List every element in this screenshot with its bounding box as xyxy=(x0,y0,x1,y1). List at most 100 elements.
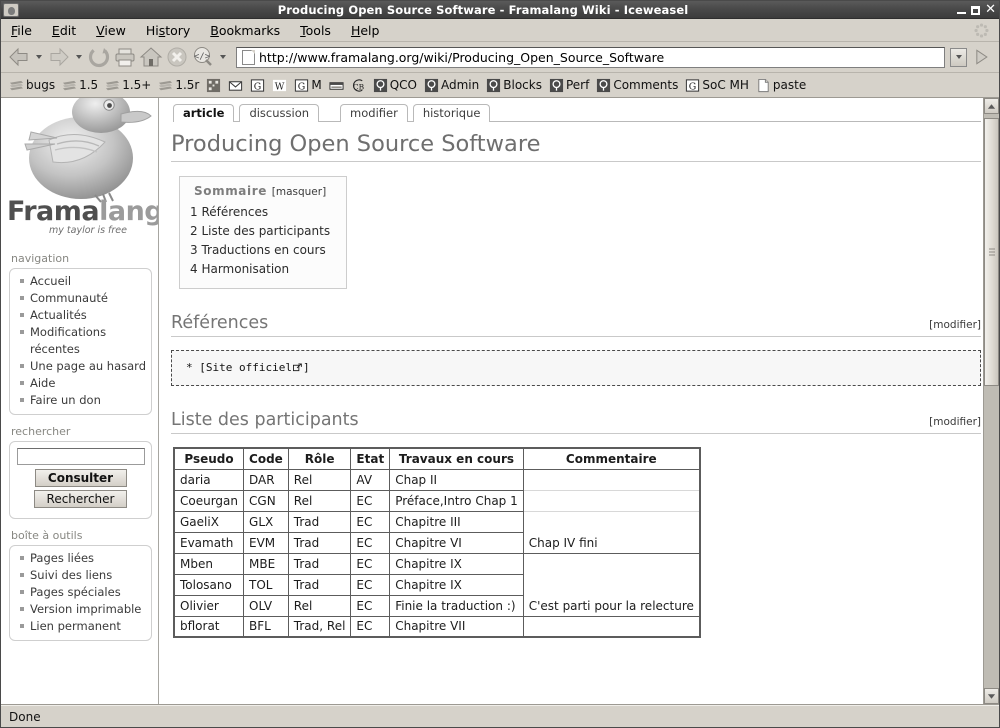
sidebar-item-suivi-des-liens[interactable]: Suivi des liens xyxy=(12,567,149,584)
status-divider xyxy=(1,704,156,705)
bookmark-mail[interactable] xyxy=(226,77,247,94)
browser-icon xyxy=(3,2,19,17)
view-source-icon[interactable]: </> xyxy=(191,45,215,69)
scrollbar-thumb[interactable] xyxy=(984,118,999,386)
bookmark-qrcode[interactable] xyxy=(204,77,225,94)
bookmark-qco[interactable]: QCO xyxy=(371,77,421,94)
scroll-up-button[interactable] xyxy=(984,98,999,114)
bookmark-1-5r[interactable]: 1.5r xyxy=(156,77,203,94)
menu-bookmarks[interactable]: Bookmarks xyxy=(210,21,291,40)
cell-commentaire: C'est parti pour la relecture xyxy=(522,594,701,617)
back-arrow-icon[interactable] xyxy=(7,45,31,69)
edit-section-link[interactable]: [modifier] xyxy=(929,319,981,331)
search-fulltext-button[interactable]: Rechercher xyxy=(33,490,128,508)
site-logo[interactable]: Framalang my taylor is free xyxy=(1,98,158,246)
menu-edit[interactable]: Edit xyxy=(52,21,87,40)
tab-historique[interactable]: historique xyxy=(412,104,491,122)
bookmark-1-5[interactable]: 1.5 xyxy=(60,77,102,94)
bookmark-label: QCO xyxy=(389,78,417,92)
bookmark-wikipedia[interactable]: W xyxy=(270,77,291,94)
tab-discussion[interactable]: discussion xyxy=(239,104,320,122)
sidebar-item-faire-un-don[interactable]: Faire un don xyxy=(12,392,149,409)
sidebar-item-lien-permanent[interactable]: Lien permanent xyxy=(12,618,149,635)
cell-code: EVM xyxy=(243,531,289,554)
bookmark-paste[interactable]: paste xyxy=(754,77,810,94)
bookmark-comments[interactable]: Comments xyxy=(594,77,682,94)
url-bar[interactable]: http://www.framalang.org/wiki/Producing_… xyxy=(236,46,945,68)
sidebar-item-actualites[interactable]: Actualités xyxy=(12,307,149,324)
menu-history[interactable]: History xyxy=(146,21,201,40)
reload-icon[interactable] xyxy=(87,45,111,69)
menu-tools[interactable]: Tools xyxy=(300,21,342,40)
search-input[interactable] xyxy=(16,448,145,465)
cell-commentaire xyxy=(522,468,701,491)
scrollbar-grip xyxy=(988,247,995,258)
scrollbar-track[interactable] xyxy=(984,114,999,688)
article-tabs: article discussion modifier historique xyxy=(173,102,981,122)
col-pseudo: Pseudo xyxy=(173,447,245,470)
go-icon xyxy=(976,49,988,65)
maximize-icon[interactable] xyxy=(971,5,981,15)
bookmark-perf[interactable]: Perf xyxy=(547,77,593,94)
toc-item-harmonisation[interactable]: 4 Harmonisation xyxy=(190,260,330,279)
stop-icon[interactable] xyxy=(165,45,189,69)
sidebar-item-version-imprimable[interactable]: Version imprimable xyxy=(12,601,149,618)
bookmark-label: Perf xyxy=(565,78,590,92)
toc-title: Sommaire [masquer] xyxy=(190,184,330,198)
wikipedia-icon: W xyxy=(273,79,287,92)
bookmark-bugs[interactable]: bugs xyxy=(7,77,59,94)
search-go-button[interactable]: Consulter xyxy=(34,469,127,487)
bookmark-card[interactable] xyxy=(327,77,348,94)
bookmark-soc-mh[interactable]: G SoC MH xyxy=(683,77,753,94)
bookmark-admin[interactable]: Admin xyxy=(422,77,483,94)
cell-role: Rel xyxy=(287,489,352,512)
forward-dropdown-icon[interactable] xyxy=(76,55,82,59)
minimize-icon[interactable] xyxy=(957,11,967,14)
cell-role: Rel xyxy=(287,594,352,617)
go-button[interactable] xyxy=(969,46,993,69)
scroll-down-button[interactable] xyxy=(984,688,999,704)
sidebar-item-communaute[interactable]: Communauté xyxy=(12,290,149,307)
tab-article[interactable]: article xyxy=(173,104,235,122)
back-dropdown-icon[interactable] xyxy=(36,55,42,59)
menu-view[interactable]: View xyxy=(96,21,137,40)
cell-role: Trad xyxy=(287,510,352,533)
edit-section-link[interactable]: [modifier] xyxy=(929,416,981,428)
bookmark-1-5-plus[interactable]: 1.5+ xyxy=(103,77,155,94)
cell-etat: EC xyxy=(350,531,391,554)
cell-etat: EC xyxy=(350,489,391,512)
vertical-scrollbar[interactable] xyxy=(983,98,999,704)
url-text[interactable]: http://www.framalang.org/wiki/Producing_… xyxy=(259,50,942,65)
sidebar-item-pages-liees[interactable]: Pages liées xyxy=(12,550,149,567)
print-icon[interactable] xyxy=(113,45,137,69)
view-source-dropdown-icon[interactable] xyxy=(220,55,226,59)
close-icon[interactable]: ✕ xyxy=(985,3,996,16)
menu-help[interactable]: Help xyxy=(351,21,391,40)
toc-item-references[interactable]: 1 Références xyxy=(190,203,330,222)
sidebar-item-aide[interactable]: Aide xyxy=(12,375,149,392)
sidebar-item-page-au-hasard[interactable]: Une page au hasard xyxy=(12,358,149,375)
forward-arrow-icon[interactable] xyxy=(47,45,71,69)
menu-bar: File Edit View History Bookmarks Tools H… xyxy=(1,19,999,42)
sidebar-item-label: Communauté xyxy=(30,291,108,305)
toc-toggle-link[interactable]: [masquer] xyxy=(272,186,326,198)
bookmark-gmail[interactable]: G M xyxy=(292,77,325,94)
sidebar-item-pages-speciales[interactable]: Pages spéciales xyxy=(12,584,149,601)
bookmark-cb[interactable]: CB xyxy=(349,77,370,94)
url-dropdown-icon[interactable] xyxy=(950,47,967,67)
menu-file[interactable]: File xyxy=(11,21,43,40)
bookmark-google[interactable]: G xyxy=(248,77,269,94)
bookmark-blocks[interactable]: Blocks xyxy=(484,77,546,94)
sidebar-item-modifications-recentes-wrap[interactable]: récentes xyxy=(12,341,149,358)
toc-item-liste-des-participants[interactable]: 2 Liste des participants xyxy=(190,222,330,241)
cell-role: Trad xyxy=(287,552,352,575)
home-icon[interactable] xyxy=(139,45,163,69)
table-of-contents: Sommaire [masquer] 1 Références 2 Liste … xyxy=(179,176,348,289)
cell-etat: EC xyxy=(350,552,391,575)
tab-modifier[interactable]: modifier xyxy=(340,104,408,122)
sidebar-item-accueil[interactable]: Accueil xyxy=(12,273,149,290)
cell-pseudo: GaeliX xyxy=(173,510,245,533)
sidebar-item-label: Une page au hasard xyxy=(30,359,147,373)
toc-item-traductions-en-cours[interactable]: 3 Traductions en cours xyxy=(190,241,330,260)
sidebar-item-modifications-recentes[interactable]: Modifications xyxy=(12,324,149,341)
